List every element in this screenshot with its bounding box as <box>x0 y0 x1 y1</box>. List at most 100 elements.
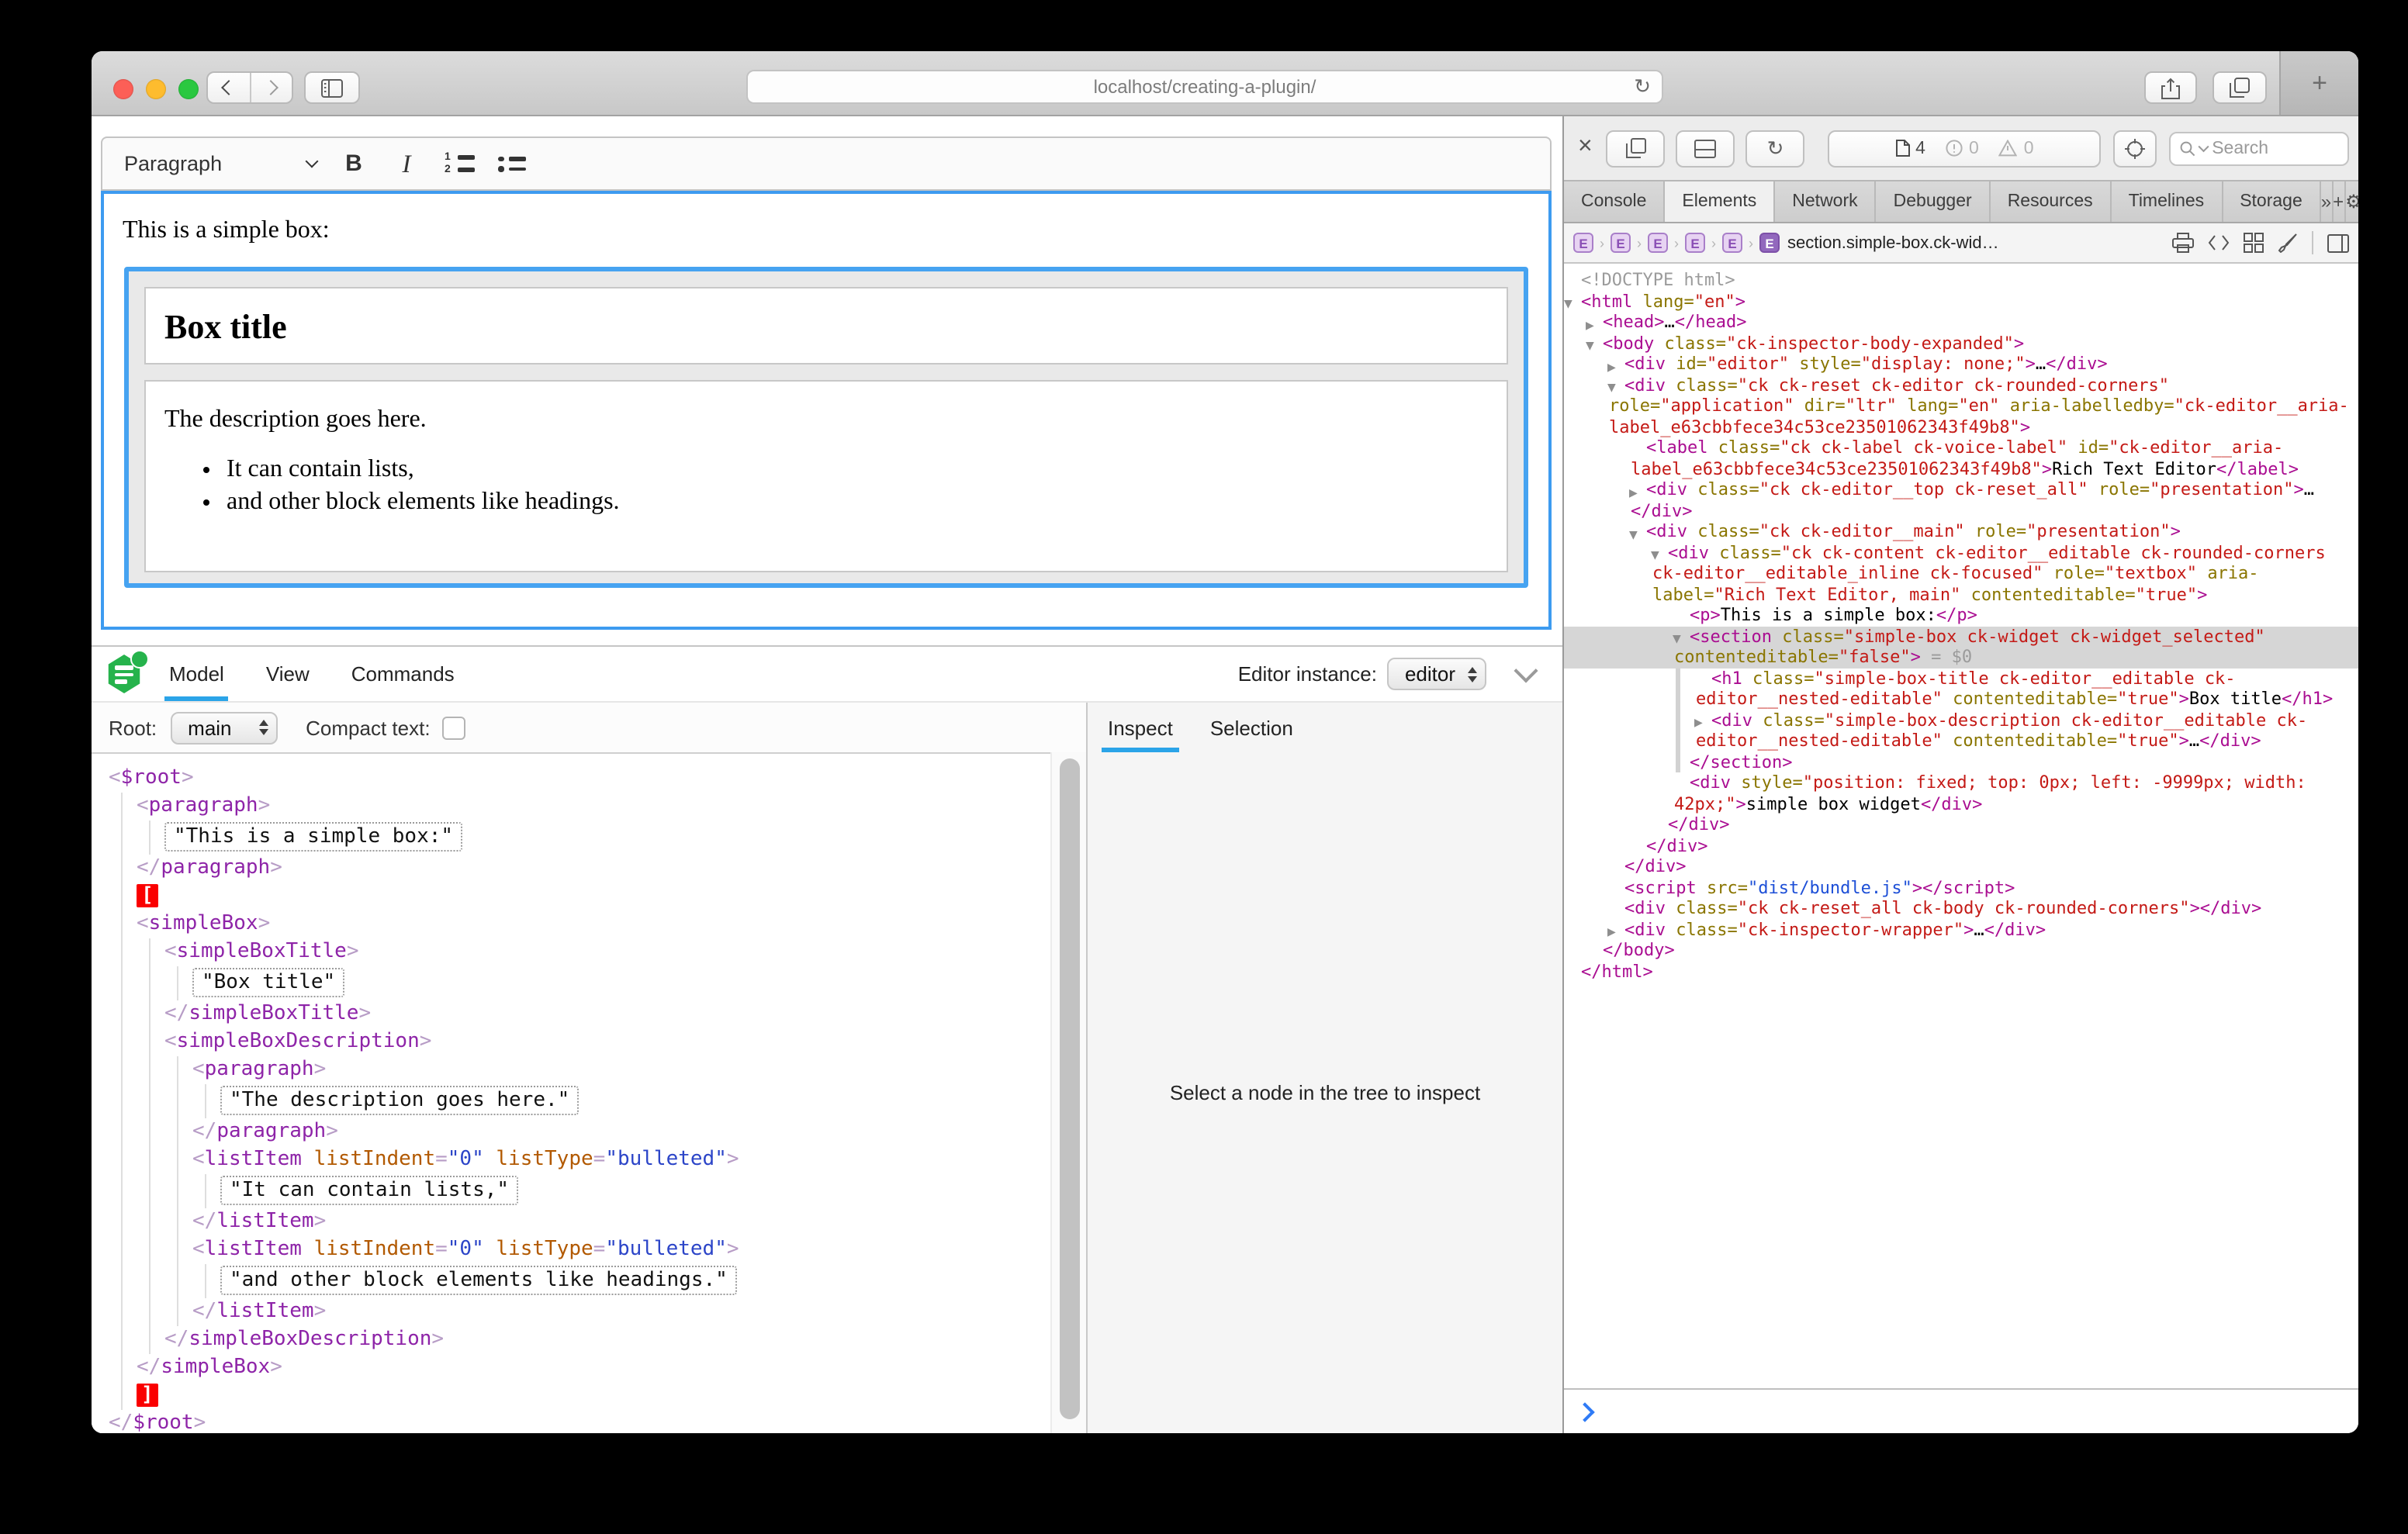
model-tree-row[interactable]: </simpleBoxDescription> <box>92 1326 1050 1354</box>
collapse-inspector-icon[interactable] <box>1514 658 1538 682</box>
dom-tree-row[interactable]: ▶<head>…</head> <box>1564 312 2358 333</box>
dom-tree-row[interactable]: </html> <box>1564 961 2358 982</box>
model-text-node[interactable]: "This is a simple box:" <box>164 822 462 852</box>
dom-tree-row[interactable]: ▶<div id="editor" style="display: none;"… <box>1564 354 2358 375</box>
inspect-tab-inspect[interactable]: Inspect <box>1108 717 1173 752</box>
model-tree-row[interactable]: <simpleBoxDescription> <box>92 1028 1050 1056</box>
devtools-tab-console[interactable]: Console <box>1564 181 1665 222</box>
list-item[interactable]: and other block elements like headings. <box>227 489 1488 517</box>
dom-tree-row[interactable]: </body> <box>1564 940 2358 961</box>
details-sidebar-toggle-icon[interactable] <box>2327 233 2349 252</box>
dom-tree-row[interactable]: ▼<div class="ck ck-content ck-editor__ed… <box>1564 542 2358 605</box>
model-text-node[interactable]: "and other block elements like headings.… <box>220 1266 737 1295</box>
dom-tree-row[interactable]: </div> <box>1564 856 2358 877</box>
model-tree-row[interactable]: ] <box>92 1382 1050 1410</box>
dom-tree-row[interactable]: ▶<div class="ck-inspector-wrapper">…</di… <box>1564 919 2358 940</box>
dom-tree-row[interactable]: <div style="position: fixed; top: 0px; l… <box>1564 772 2358 814</box>
simple-box-description-area[interactable]: The description goes here. It can contai… <box>144 380 1508 572</box>
dom-tree-row[interactable]: <label class="ck ck-label ck-voice-label… <box>1564 437 2358 479</box>
minimize-window-button[interactable] <box>146 79 166 99</box>
sidebar-toggle-button[interactable] <box>304 71 360 104</box>
model-text-node[interactable]: "The description goes here." <box>220 1086 579 1115</box>
model-text-node[interactable]: "It can contain lists," <box>220 1176 518 1205</box>
reload-page-button[interactable]: ↻ <box>1746 130 1805 167</box>
dom-tree-row[interactable]: <script src="dist/bundle.js"></script> <box>1564 877 2358 898</box>
numbered-list-button[interactable]: 1 2 <box>433 143 486 184</box>
collapse-node-icon[interactable]: ▼ <box>1651 546 1659 567</box>
share-button[interactable] <box>2144 71 2197 104</box>
devtools-tab-elements[interactable]: Elements <box>1665 181 1775 222</box>
dom-tree-row[interactable]: </section> <box>1564 751 2358 772</box>
dom-tree-row[interactable]: <p>This is a simple box:</p> <box>1564 605 2358 626</box>
close-devtools-button[interactable]: × <box>1578 133 1593 161</box>
model-tree-row[interactable]: <$root> <box>92 765 1050 793</box>
inspector-tab-commands[interactable]: Commands <box>351 647 455 701</box>
collapse-node-icon[interactable]: ▼ <box>1607 378 1616 399</box>
devtools-tab-resources[interactable]: Resources <box>1991 181 2112 222</box>
devtools-tab-timelines[interactable]: Timelines <box>2112 181 2223 222</box>
expand-node-icon[interactable]: ▶ <box>1629 483 1638 504</box>
box-title-heading[interactable]: Box title <box>164 302 1488 352</box>
inspect-tab-selection[interactable]: Selection <box>1210 717 1293 752</box>
print-icon[interactable] <box>2172 233 2194 253</box>
model-tree-row[interactable]: <listItem listIndent="0" listType="bulle… <box>92 1146 1050 1174</box>
model-tree-row[interactable]: <simpleBoxTitle> <box>92 938 1050 966</box>
zoom-window-button[interactable] <box>178 79 199 99</box>
breadcrumb-element-badge[interactable]: E <box>1573 233 1593 253</box>
model-tree-row[interactable]: </paragraph> <box>92 1118 1050 1146</box>
paragraph-dropdown[interactable]: Paragraph <box>113 143 327 184</box>
bold-button[interactable]: B <box>327 143 380 184</box>
model-tree-row[interactable]: [ <box>92 883 1050 910</box>
new-tab-button[interactable]: + <box>2279 51 2358 115</box>
console-prompt-row[interactable] <box>1564 1388 2358 1433</box>
dom-tree-row[interactable]: ▼<div class="ck ck-editor__main" role="p… <box>1564 521 2358 542</box>
rich-text-editor-content[interactable]: This is a simple box: Box title The desc… <box>101 191 1552 630</box>
close-window-button[interactable] <box>113 79 133 99</box>
dom-tree-row[interactable]: ▼<html lang="en"> <box>1564 291 2358 312</box>
model-tree-row[interactable]: <paragraph> <box>92 1056 1050 1084</box>
editor-instance-select[interactable]: editor <box>1388 658 1486 690</box>
tab-overview-button[interactable] <box>2213 71 2267 104</box>
model-tree-row[interactable]: <paragraph> <box>92 793 1050 821</box>
devtools-tab-debugger[interactable]: Debugger <box>1877 181 1991 222</box>
reload-icon[interactable]: ↻ <box>1634 74 1651 99</box>
dom-tree-row[interactable]: ▼<div class="ck ck-reset ck-editor ck-ro… <box>1564 375 2358 437</box>
settings-gear-icon[interactable]: ⚙ <box>2345 181 2358 222</box>
breadcrumb-selected-label[interactable]: section.simple-box.ck-wid… <box>1787 233 1999 252</box>
layout-grid-icon[interactable] <box>2244 233 2264 253</box>
dom-tree-row[interactable]: ▶<div class="simple-box-description ck-e… <box>1564 710 2358 751</box>
model-tree-row[interactable]: </listItem> <box>92 1208 1050 1236</box>
show-source-icon[interactable] <box>2208 234 2230 251</box>
dom-tree-row[interactable]: </div> <box>1564 835 2358 856</box>
breadcrumb-element-badge[interactable]: E <box>1722 233 1742 253</box>
italic-button[interactable]: I <box>380 143 433 184</box>
dom-tree-row[interactable]: <div class="ck ck-reset_all ck-body ck-r… <box>1564 898 2358 919</box>
devtools-search-field[interactable]: Search <box>2169 131 2349 165</box>
devtools-tab-storage[interactable]: Storage <box>2223 181 2321 222</box>
add-tab-icon[interactable]: + <box>2333 181 2345 222</box>
model-tree-row[interactable]: </listItem> <box>92 1298 1050 1326</box>
devtools-tab-network[interactable]: Network <box>1775 181 1876 222</box>
model-tree-row[interactable]: "Box title" <box>92 966 1050 1000</box>
back-button[interactable] <box>208 73 249 102</box>
model-tree-row[interactable]: </$root> <box>92 1410 1050 1433</box>
inspector-tab-view[interactable]: View <box>266 647 310 701</box>
model-tree-row[interactable]: </paragraph> <box>92 855 1050 883</box>
model-tree-row[interactable]: </simpleBox> <box>92 1354 1050 1382</box>
simple-box-title-area[interactable]: Box title <box>144 287 1508 364</box>
simple-box-widget[interactable]: Box title The description goes here. It … <box>124 267 1528 588</box>
dom-tree-row[interactable]: ▼<body class="ck-inspector-body-expanded… <box>1564 333 2358 354</box>
element-picker-button[interactable] <box>2113 130 2157 167</box>
breadcrumb-element-badge[interactable]: E <box>1759 233 1780 253</box>
compact-text-checkbox[interactable] <box>443 716 466 739</box>
breadcrumb-element-badge[interactable]: E <box>1648 233 1668 253</box>
list-item[interactable]: It can contain lists, <box>227 456 1488 484</box>
breadcrumb-element-badge[interactable]: E <box>1685 233 1705 253</box>
editor-paragraph[interactable]: This is a simple box: <box>123 217 1530 245</box>
model-tree-row[interactable]: <listItem listIndent="0" listType="bulle… <box>92 1236 1050 1264</box>
forward-button[interactable] <box>249 73 292 102</box>
styles-brush-icon[interactable] <box>2278 233 2298 253</box>
model-tree-row[interactable]: "It can contain lists," <box>92 1174 1050 1208</box>
address-bar[interactable]: localhost/creating-a-plugin/ ↻ <box>746 70 1663 104</box>
dom-tree-row[interactable]: </div> <box>1564 814 2358 835</box>
